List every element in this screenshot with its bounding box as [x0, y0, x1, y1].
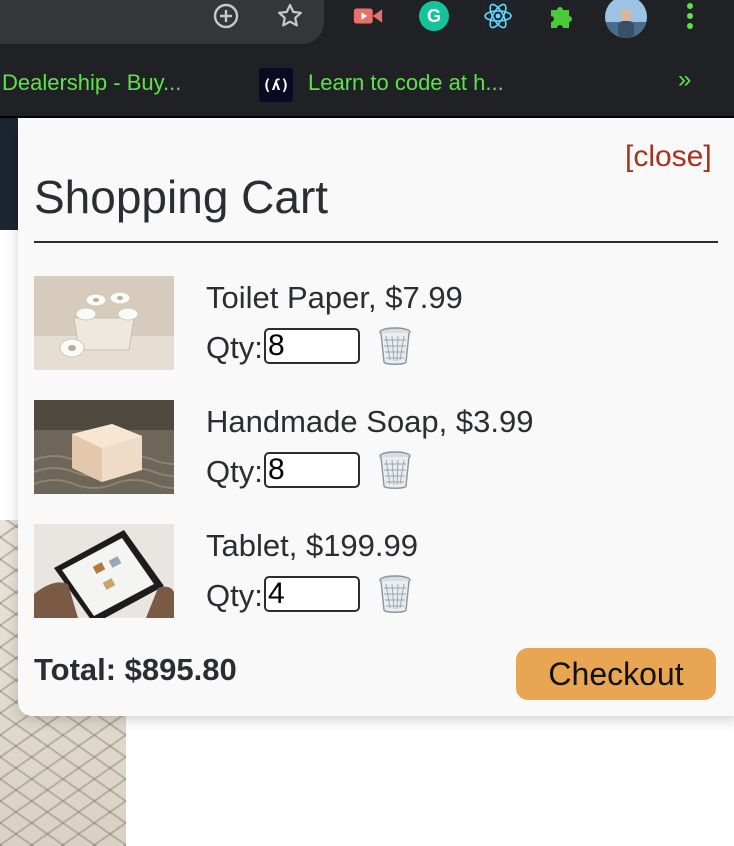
- video-extension-icon[interactable]: [352, 0, 384, 32]
- shopping-cart-modal: [close] Shopping Cart Toilet Paper, $7.9…: [18, 118, 734, 716]
- checkout-button[interactable]: Checkout: [516, 648, 716, 700]
- tablet-photo: [34, 524, 174, 618]
- bookmarks-bar: Dealership - Buy... Learn to code at h..…: [0, 56, 734, 118]
- quantity-input[interactable]: [264, 576, 360, 612]
- react-devtools-icon[interactable]: [482, 0, 514, 32]
- item-name: Tablet, $199.99: [206, 528, 419, 563]
- quantity-input[interactable]: [264, 452, 360, 488]
- cart-item: Handmade Soap, $3.99 Qty:: [34, 400, 724, 494]
- zoom-icon[interactable]: [210, 0, 242, 32]
- quantity-input[interactable]: [264, 328, 360, 364]
- soap-photo: [34, 400, 174, 494]
- freecodecamp-favicon-icon: (ʎ): [259, 68, 293, 102]
- page-title: Shopping Cart: [34, 171, 329, 223]
- extensions-puzzle-icon[interactable]: [546, 0, 578, 32]
- trash-icon[interactable]: [378, 574, 412, 614]
- qty-label: Qty:: [206, 578, 263, 613]
- page-header-background: [0, 118, 18, 230]
- bookmark-dealership[interactable]: Dealership - Buy...: [2, 70, 181, 96]
- cart-total: Total: $895.80: [34, 652, 237, 687]
- trash-icon[interactable]: [378, 326, 412, 366]
- item-name: Handmade Soap, $3.99: [206, 404, 534, 439]
- cart-item: Tablet, $199.99 Qty:: [34, 524, 724, 618]
- trash-icon[interactable]: [378, 450, 412, 490]
- bookmark-star-icon[interactable]: [274, 0, 306, 32]
- menu-kebab-icon[interactable]: [674, 0, 706, 32]
- qty-label: Qty:: [206, 330, 263, 365]
- qty-label: Qty:: [206, 454, 263, 489]
- browser-toolbar: G: [0, 0, 734, 56]
- cart-item: Toilet Paper, $7.99 Qty:: [34, 276, 724, 370]
- item-name: Toilet Paper, $7.99: [206, 280, 463, 315]
- bookmark-learn-to-code[interactable]: Learn to code at h...: [308, 70, 504, 96]
- title-divider: [34, 241, 718, 243]
- bookmarks-overflow-icon[interactable]: »: [678, 66, 691, 94]
- grammarly-icon[interactable]: G: [418, 0, 450, 32]
- profile-avatar[interactable]: [604, 0, 648, 38]
- close-link[interactable]: [close]: [625, 140, 712, 174]
- svg-text:G: G: [427, 6, 441, 26]
- toilet-paper-photo: [34, 276, 174, 370]
